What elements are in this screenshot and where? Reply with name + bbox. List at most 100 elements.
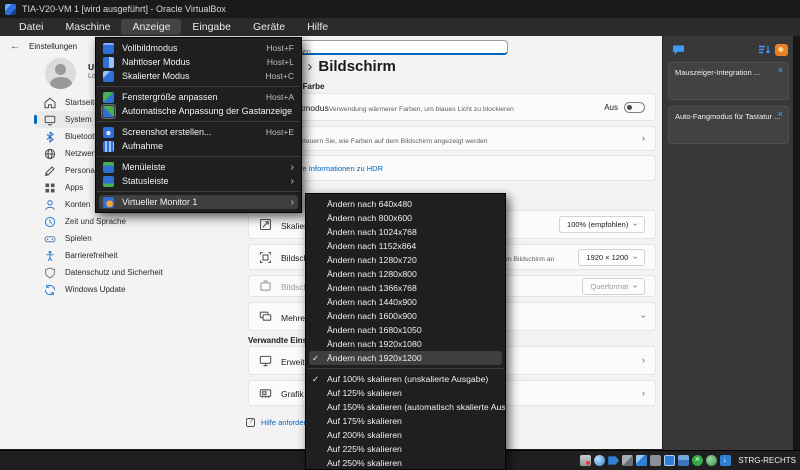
sidebar-item-label: Apps [65,183,83,192]
night-light-toggle[interactable] [624,102,645,113]
accounts-icon [44,199,56,211]
display-status-icon[interactable] [664,455,675,466]
submenu-item--ndern-nach-1280x720[interactable]: Ändern nach 1280x720 [306,253,505,267]
menu-separator [97,156,300,157]
menu-separator [97,121,300,122]
submenu-item-auf-200%-skalieren[interactable]: Auf 200% skalieren [306,428,505,442]
menu-anzeige[interactable]: Anzeige [121,19,181,35]
submenu-item-auf-175%-skalieren[interactable]: Auf 175% skalieren [306,414,505,428]
sidebar-item-barrierefreiheit[interactable]: Barrierefreiheit [34,247,226,264]
notification-card: Auto-Fangmodus für Tastatur ...× [668,106,789,144]
submenu-item--ndern-nach-1024x768[interactable]: Ändern nach 1024x768 [306,225,505,239]
card-dropdown[interactable]: 100% (empfohlen)› [559,216,645,233]
vbox-tools-icon[interactable] [775,44,788,56]
submenu-item-auf-250%-skalieren[interactable]: Auf 250% skalieren [306,456,505,470]
submenu-item--ndern-nach-1280x800[interactable]: Ändern nach 1280x800 [306,267,505,281]
sidebar-item-spielen[interactable]: Spielen [34,230,226,247]
submenu-item-label: Ändern nach 1280x800 [327,269,417,279]
submenu-arrow-icon: › [291,162,294,173]
virtualbox-vm-window: TIA-V20-VM 1 [wird ausgeführt] - Oracle … [0,0,800,470]
sidebar-item-label: System [65,115,92,124]
card-dropdown[interactable]: 1920 × 1200› [578,249,645,266]
apps-icon [44,182,56,194]
card-weitere-informationen-zu-hdr[interactable]: Weitere Informationen zu HDR [248,155,656,181]
menu-item-fenstergröße-anpassen[interactable]: Fenstergröße anpassenHost+A [96,90,301,104]
chevron-down-icon: › [631,256,640,259]
menu-item-nahtloser-modus[interactable]: Nahtloser ModusHost+L [96,55,301,69]
virtualbox-vm-icon [5,4,16,15]
menu-item-label: Screenshot erstellen... [122,127,258,137]
personalization-icon [44,165,56,177]
resolution-icon [259,251,272,264]
submenu-item--ndern-nach-640x480[interactable]: Ändern nach 640x480 [306,197,505,211]
menu-item-aufnahme[interactable]: Aufnahme [96,139,301,153]
sidebar-item-windows-update[interactable]: Windows Update [34,281,226,298]
mouse-integration-icon[interactable] [706,455,717,466]
get-help-label: Hilfe anfordern [261,418,310,427]
submenu-item--ndern-nach-1152x864[interactable]: Ändern nach 1152x864 [306,239,505,253]
card-nachtmodus[interactable]: NachtmodusVerwendung wärmerer Farben, um… [248,93,656,121]
submenu-item--ndern-nach-800x600[interactable]: Ändern nach 800x600 [306,211,505,225]
network-adapters-icon[interactable] [622,455,633,466]
submenu-item--ndern-nach-1440x900[interactable]: Ändern nach 1440x900 [306,295,505,309]
sort-notifications-icon[interactable] [758,44,771,56]
get-help-link[interactable]: Hilfe anfordern [246,418,310,427]
sidebar-item-zeit-und-sprache[interactable]: Zeit und Sprache [34,213,226,230]
sidebar-item-label: Datenschutz und Sicherheit [65,268,163,277]
notification-title: Mauszeiger-Integration ... [675,68,760,77]
shared-folders-icon[interactable] [678,455,689,466]
close-notification-icon[interactable]: × [778,66,783,75]
hdd-icon[interactable] [580,455,591,466]
shared-clipboard-icon[interactable] [636,455,647,466]
features-icon[interactable] [692,455,703,466]
seamless-icon [103,57,114,68]
usb-icon[interactable] [608,455,619,466]
menu-datei[interactable]: Datei [8,19,55,35]
fullscreen-icon [103,43,114,54]
menu-item-statusleiste[interactable]: Statusleiste› [96,174,301,188]
submenu-item-label: Ändern nach 1280x720 [327,255,417,265]
card-dropdown[interactable]: Querformat› [582,278,645,295]
submenu-item-auf-125%-skalieren[interactable]: Auf 125% skalieren [306,386,505,400]
submenu-item-auf-100%-skalieren-unskalierte-ausgabe-[interactable]: ✓Auf 100% skalieren (unskalierte Ausgabe… [306,372,505,386]
notification-center-icon[interactable] [672,44,685,56]
drag-and-drop-icon[interactable] [650,455,661,466]
statusbar-icon [103,176,114,187]
menu-item-vollbildmodus[interactable]: VollbildmodusHost+F [96,41,301,55]
menu-item-virtueller-monitor-1[interactable]: Virtueller Monitor 1› [99,195,298,209]
virtual-monitor-submenu: Ändern nach 640x480 Ändern nach 800x600 Än… [305,193,506,470]
submenu-item-label: Ändern nach 1920x1080 [327,339,422,349]
optical-disc-icon[interactable] [594,455,605,466]
settings-back-button[interactable]: ← Einstellungen [10,41,77,52]
sidebar-item-datenschutz-und-sicherheit[interactable]: Datenschutz und Sicherheit [34,264,226,281]
menu-item-menüleiste[interactable]: Menüleiste› [96,160,301,174]
menu-geräte[interactable]: Geräte [242,19,296,35]
submenu-item-label: Ändern nach 800x600 [327,213,412,223]
menu-item-skalierter-modus[interactable]: Skalierter ModusHost+C [96,69,301,83]
menu-item-label: Fenstergröße anpassen [122,92,258,102]
user-avatar[interactable] [45,58,76,89]
menu-item-screenshot-erstellen-[interactable]: Screenshot erstellen...Host+E [96,125,301,139]
submenu-item--ndern-nach-1600x900[interactable]: Ändern nach 1600x900 [306,309,505,323]
menu-hilfe[interactable]: Hilfe [296,19,339,35]
network-icon [44,148,56,160]
card-subtitle: Steuern Sie, wie Farben auf dem Bildschi… [299,138,487,145]
submenu-item--ndern-nach-1920x1200[interactable]: ✓Ändern nach 1920x1200 [309,351,502,365]
card-hdr[interactable]: HDRSteuern Sie, wie Farben auf dem Bilds… [248,126,656,151]
auto-resize-icon [103,106,114,117]
submenu-item--ndern-nach-1366x768[interactable]: Ändern nach 1366x768 [306,281,505,295]
menu-item-shortcut: Host+L [267,57,294,67]
submenu-item-auf-225%-skalieren[interactable]: Auf 225% skalieren [306,442,505,456]
menu-eingabe[interactable]: Eingabe [181,19,242,35]
submenu-item-label: Ändern nach 1024x768 [327,227,417,237]
keyboard-status-icon[interactable] [720,455,731,466]
submenu-item--ndern-nach-1680x1050[interactable]: Ändern nach 1680x1050 [306,323,505,337]
submenu-item-label: Ändern nach 1152x864 [327,241,416,251]
submenu-item-auf-150%-skalieren-automatisch-skalierte-ausgabe-[interactable]: Auf 150% skalieren (automatisch skaliert… [306,400,505,414]
submenu-item-label: Auf 250% skalieren [327,458,402,468]
submenu-item--ndern-nach-1920x1080[interactable]: Ändern nach 1920x1080 [306,337,505,351]
menu-item-automatische-anpassung-der-gastanzeige[interactable]: Automatische Anpassung der Gastanzeige [96,104,301,118]
menu-maschine[interactable]: Maschine [55,19,122,35]
close-notification-icon[interactable]: × [778,110,783,119]
checkmark-icon: ✓ [312,353,327,364]
